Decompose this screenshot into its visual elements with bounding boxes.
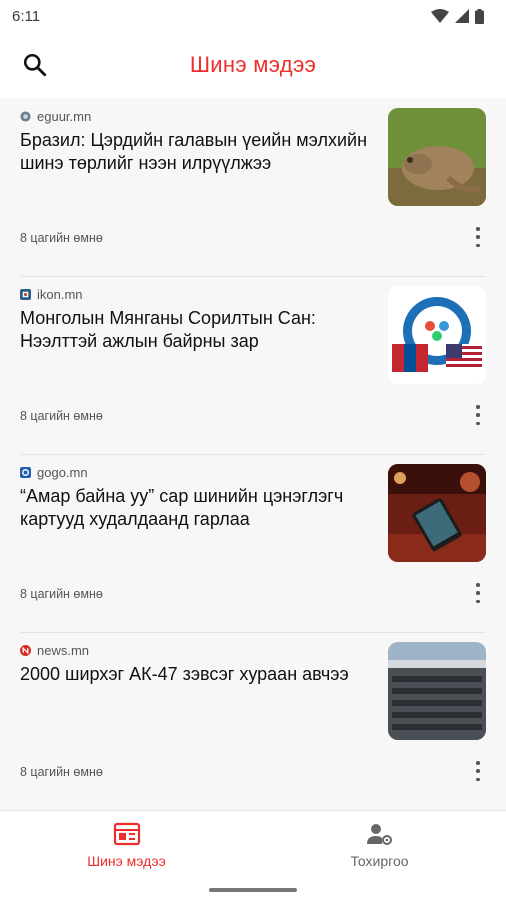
app-bar: Шинэ мэдээ [0, 32, 506, 98]
rifles-photo [388, 642, 486, 740]
status-time: 6:11 [12, 7, 41, 25]
signal-icon [455, 9, 469, 23]
article-thumbnail[interactable] [388, 464, 486, 562]
more-options-icon[interactable] [474, 583, 482, 603]
source-name: ikon.mn [37, 286, 83, 302]
greeting-card-photo [388, 464, 486, 562]
nav-label-settings: Тохиргоо [350, 853, 409, 869]
news-card[interactable]: ikon.mn Монголын Мянганы Сорилтын Сан: Н… [0, 276, 506, 454]
news-logo-icon [20, 644, 31, 656]
globe-icon [20, 110, 31, 122]
news-card[interactable]: gogo.mn “Амар байна уу” сар шинийн цэнэг… [0, 454, 506, 632]
article-time: 8 цагийн өмнө [20, 231, 103, 245]
status-bar: 6:11 [0, 0, 506, 32]
page-title: Шинэ мэдээ [189, 52, 317, 77]
status-icons [431, 8, 484, 24]
article-time: 8 цагийн өмнө [20, 587, 103, 601]
nav-item-news[interactable]: Шинэ мэдээ [0, 811, 253, 880]
more-options-icon[interactable] [474, 405, 482, 425]
nav-item-settings[interactable]: Тохиргоо [253, 811, 506, 880]
article-headline[interactable]: Монголын Мянганы Сорилтын Сан: Нээлттэй … [20, 307, 370, 353]
ikon-logo-icon [20, 288, 31, 300]
source-name: gogo.mn [37, 464, 88, 480]
article-headline[interactable]: 2000 ширхэг АК-47 зэвсэг хураан авчээ [20, 663, 370, 686]
news-feed[interactable]: eguur.mn Бразил: Цэрдийн галавын үеийн м… [0, 98, 506, 810]
article-headline[interactable]: Бразил: Цэрдийн галавын үеийн мэлхийн ши… [20, 129, 370, 175]
more-options-icon[interactable] [474, 761, 482, 781]
wifi-icon [431, 9, 449, 23]
battery-icon [475, 8, 484, 24]
frog-photo [388, 108, 486, 206]
article-thumbnail[interactable] [388, 642, 486, 740]
gogo-logo-icon [20, 466, 31, 478]
article-time: 8 цагийн өмнө [20, 765, 103, 779]
gesture-bar[interactable] [209, 888, 297, 892]
article-time: 8 цагийн өмнө [20, 409, 103, 423]
user-settings-icon [366, 824, 392, 845]
nav-label-news: Шинэ мэдээ [87, 853, 166, 869]
bottom-navigation: Шинэ мэдээ Тохиргоо [0, 810, 506, 880]
article-thumbnail[interactable] [388, 108, 486, 206]
news-card[interactable]: news.mn 2000 ширхэг АК-47 зэвсэг хураан … [0, 632, 506, 810]
news-card[interactable]: eguur.mn Бразил: Цэрдийн галавын үеийн м… [0, 98, 506, 276]
search-icon[interactable] [22, 52, 48, 78]
more-options-icon[interactable] [474, 227, 482, 247]
article-headline[interactable]: “Амар байна уу” сар шинийн цэнэглэгч кар… [20, 485, 370, 531]
source-name: eguur.mn [37, 108, 92, 124]
source-name: news.mn [37, 642, 90, 658]
article-thumbnail[interactable] [388, 286, 486, 384]
newspaper-icon [113, 822, 140, 846]
mcf-logo-flags [388, 286, 486, 384]
